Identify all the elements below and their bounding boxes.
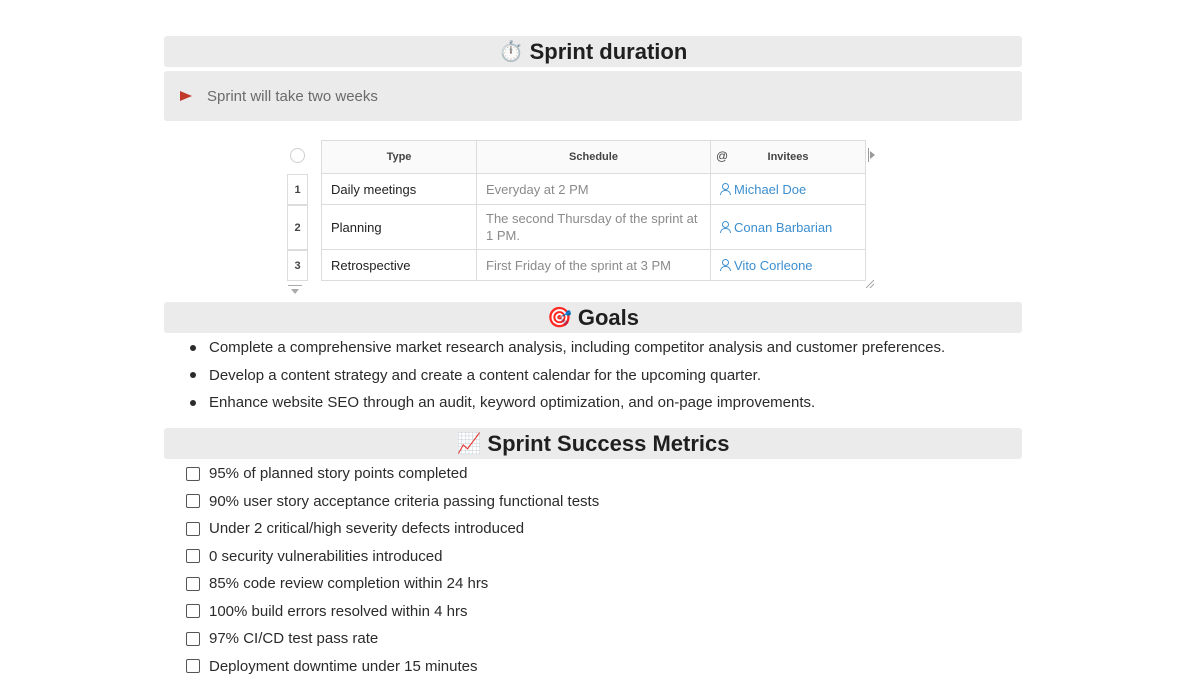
table-row: Planning The second Thursday of the spri… xyxy=(321,204,866,250)
todo-checkbox[interactable] xyxy=(186,631,200,646)
row-number[interactable]: 2 xyxy=(287,205,308,250)
todo-checkbox[interactable] xyxy=(186,521,200,536)
resize-handle-icon[interactable] xyxy=(866,280,874,288)
todo-text[interactable]: 100% build errors resolved within 4 hrs xyxy=(209,603,467,620)
schedule-table: Type Schedule @ Invitees Daily meetings … xyxy=(321,140,866,281)
bullet-icon xyxy=(190,372,196,379)
table-row: Retrospective First Friday of the sprint… xyxy=(321,249,866,281)
todo-item: 97% CI/CD test pass rate xyxy=(186,625,599,653)
cell-invitee[interactable]: Michael Doe xyxy=(710,173,866,205)
bullet-icon xyxy=(190,344,196,351)
sprint-duration-heading: ⏱️ Sprint duration xyxy=(164,36,1022,67)
row-number[interactable]: 1 xyxy=(287,174,308,205)
metrics-heading: 📈 Sprint Success Metrics xyxy=(164,428,1022,459)
goals-list: Complete a comprehensive market research… xyxy=(186,334,945,417)
target-icon: 🎯 xyxy=(546,307,572,329)
todo-text[interactable]: 97% CI/CD test pass rate xyxy=(209,630,378,647)
list-item: Complete a comprehensive market research… xyxy=(186,334,945,362)
person-icon xyxy=(720,182,731,195)
bullet-icon xyxy=(190,399,196,406)
todo-text[interactable]: Deployment downtime under 15 minutes xyxy=(209,658,477,675)
todo-item: 95% of planned story points completed xyxy=(186,460,599,488)
cell-type[interactable]: Daily meetings xyxy=(321,173,477,205)
todo-item: 90% user story acceptance criteria passi… xyxy=(186,488,599,516)
todo-checkbox[interactable] xyxy=(186,604,200,619)
person-icon xyxy=(720,258,731,271)
list-item: Enhance website SEO through an audit, ke… xyxy=(186,389,945,417)
goal-text[interactable]: Develop a content strategy and create a … xyxy=(209,367,761,384)
todo-text[interactable]: 0 security vulnerabilities introduced xyxy=(209,548,442,565)
todo-checkbox[interactable] xyxy=(186,466,200,481)
list-item: Develop a content strategy and create a … xyxy=(186,362,945,390)
mention-icon: @ xyxy=(716,149,729,163)
flag-icon xyxy=(180,89,194,103)
select-all-checkbox[interactable] xyxy=(290,148,305,163)
todo-text[interactable]: 95% of planned story points completed xyxy=(209,465,468,482)
todo-item: 0 security vulnerabilities introduced xyxy=(186,543,599,571)
todo-checkbox[interactable] xyxy=(186,659,200,674)
todo-text[interactable]: 85% code review completion within 24 hrs xyxy=(209,575,488,592)
todo-item: 100% build errors resolved within 4 hrs xyxy=(186,598,599,626)
table-row: Daily meetings Everyday at 2 PM Michael … xyxy=(321,173,866,205)
invitee-name[interactable]: Conan Barbarian xyxy=(734,220,832,235)
sprint-duration-callout: Sprint will take two weeks xyxy=(164,71,1022,121)
add-row-icon[interactable] xyxy=(288,285,302,295)
cell-schedule[interactable]: First Friday of the sprint at 3 PM xyxy=(476,249,711,281)
column-header-type[interactable]: Type xyxy=(321,140,477,174)
column-header-invitees-label: Invitees xyxy=(767,151,809,163)
goal-text[interactable]: Complete a comprehensive market research… xyxy=(209,339,945,356)
column-header-schedule[interactable]: Schedule xyxy=(476,140,711,174)
todo-checkbox[interactable] xyxy=(186,576,200,591)
column-header-invitees[interactable]: @ Invitees xyxy=(710,140,866,174)
invitee-name[interactable]: Michael Doe xyxy=(734,182,806,197)
goals-title: Goals xyxy=(577,304,640,330)
cell-type[interactable]: Retrospective xyxy=(321,249,477,281)
cell-invitee[interactable]: Vito Corleone xyxy=(710,249,866,281)
callout-text: Sprint will take two weeks xyxy=(207,87,378,105)
chart-increasing-icon: 📈 xyxy=(456,433,482,455)
table-header-row: Type Schedule @ Invitees xyxy=(321,140,866,174)
invitee-name[interactable]: Vito Corleone xyxy=(734,258,813,273)
goal-text[interactable]: Enhance website SEO through an audit, ke… xyxy=(209,394,815,411)
sprint-duration-title: Sprint duration xyxy=(529,38,688,64)
cell-invitee[interactable]: Conan Barbarian xyxy=(710,204,866,250)
metrics-checklist: 95% of planned story points completed 90… xyxy=(186,460,599,680)
todo-text[interactable]: 90% user story acceptance criteria passi… xyxy=(209,493,599,510)
person-icon xyxy=(720,220,731,233)
cell-schedule[interactable]: Everyday at 2 PM xyxy=(476,173,711,205)
cell-type[interactable]: Planning xyxy=(321,204,477,250)
todo-text[interactable]: Under 2 critical/high severity defects i… xyxy=(209,520,524,537)
add-column-icon[interactable] xyxy=(868,148,876,162)
goals-heading: 🎯 Goals xyxy=(164,302,1022,333)
metrics-title: Sprint Success Metrics xyxy=(487,430,730,456)
row-number[interactable]: 3 xyxy=(287,250,308,281)
cell-schedule[interactable]: The second Thursday of the sprint at 1 P… xyxy=(476,204,711,250)
todo-checkbox[interactable] xyxy=(186,549,200,564)
schedule-table-block: 1 2 3 Type Schedule @ Invitees Daily mee… xyxy=(286,140,886,300)
stopwatch-icon: ⏱️ xyxy=(498,41,524,63)
todo-item: Under 2 critical/high severity defects i… xyxy=(186,515,599,543)
todo-item: 85% code review completion within 24 hrs xyxy=(186,570,599,598)
todo-checkbox[interactable] xyxy=(186,494,200,509)
todo-item: Deployment downtime under 15 minutes xyxy=(186,653,599,681)
